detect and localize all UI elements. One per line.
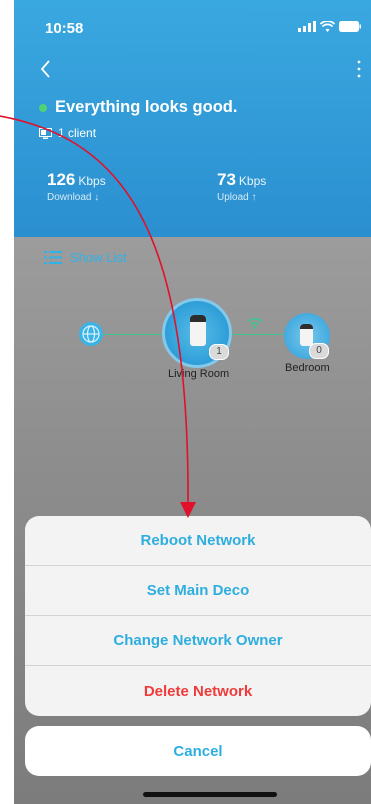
download-unit: Kbps — [78, 174, 106, 188]
reboot-network-button[interactable]: Reboot Network — [25, 516, 371, 566]
cellular-signal-icon — [298, 21, 316, 32]
connection-line — [103, 334, 163, 335]
status-text: Everything looks good. — [55, 98, 238, 116]
delete-network-button[interactable]: Delete Network — [25, 666, 371, 716]
change-network-owner-button[interactable]: Change Network Owner — [25, 616, 371, 666]
download-speed: 126 Kbps Download ↓ — [47, 170, 106, 203]
phone-screen: 10:58 Everything looks good. 1 client 12… — [14, 0, 371, 804]
node-label-satellite: Bedroom — [285, 362, 330, 374]
battery-icon — [339, 21, 361, 32]
network-status: Everything looks good. — [39, 98, 237, 117]
upload-unit: Kbps — [238, 174, 267, 188]
download-value: 126 — [47, 170, 76, 189]
client-device-icon — [39, 127, 52, 139]
back-chevron-icon[interactable] — [36, 58, 58, 80]
deco-device-icon — [190, 315, 206, 346]
action-sheet: Reboot Network Set Main Deco Change Netw… — [25, 516, 371, 716]
cancel-button[interactable]: Cancel — [25, 726, 371, 776]
wifi-status-icon — [320, 21, 335, 32]
status-bar: 10:58 — [14, 0, 371, 42]
upload-label: Upload ↑ — [217, 192, 257, 203]
client-count-badge: 1 — [209, 344, 229, 360]
deco-device-icon — [300, 324, 313, 346]
internet-globe-icon — [79, 322, 103, 346]
network-header: 10:58 Everything looks good. 1 client 12… — [14, 0, 371, 237]
status-ok-dot — [39, 103, 47, 112]
deco-node-main[interactable]: 1 — [162, 298, 232, 368]
show-list-button[interactable]: Show List — [44, 250, 126, 265]
clients-summary[interactable]: 1 client — [39, 126, 96, 140]
show-list-label: Show List — [70, 250, 127, 265]
wireless-link-icon — [247, 317, 263, 329]
connection-line — [232, 334, 284, 335]
set-main-deco-button[interactable]: Set Main Deco — [25, 566, 371, 616]
client-count-badge: 0 — [309, 343, 329, 359]
clients-count: 1 client — [58, 126, 97, 140]
node-label-main: Living Room — [168, 368, 230, 380]
download-label: Download ↓ — [47, 192, 100, 203]
more-vertical-icon[interactable] — [355, 58, 363, 80]
deco-node-satellite[interactable]: 0 — [284, 313, 330, 359]
upload-speed: 73 Kbps Upload ↑ — [217, 170, 266, 203]
home-indicator — [143, 792, 277, 797]
list-icon — [44, 251, 62, 264]
upload-value: 73 — [217, 170, 236, 189]
status-time: 10:58 — [45, 20, 84, 37]
status-icons — [298, 21, 361, 32]
